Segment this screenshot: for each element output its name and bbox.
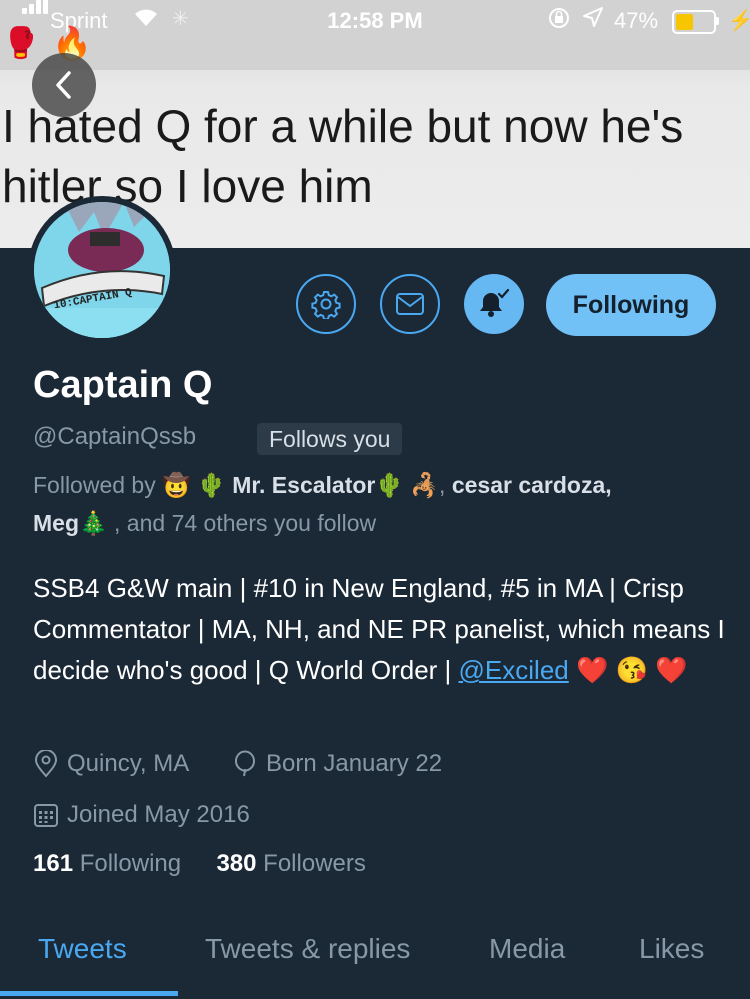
birthday-row: Born January 22 xyxy=(232,750,442,778)
boxing-glove-icon: 🥊 xyxy=(2,27,40,60)
bio-emoji: ❤️ 😘 ❤️ xyxy=(575,655,688,685)
battery-fill xyxy=(676,14,693,30)
location-text: Quincy, MA xyxy=(67,750,190,777)
followed-by-separator: , xyxy=(439,472,446,498)
joined-row: Joined May 2016 xyxy=(33,801,250,829)
battery-icon xyxy=(672,10,716,34)
tab-tweets[interactable]: Tweets xyxy=(38,933,127,965)
followed-by-emoji-3: 🎄 xyxy=(79,510,108,536)
location-row: Quincy, MA xyxy=(33,750,189,778)
tab-media[interactable]: Media xyxy=(489,933,565,965)
location-arrow-icon xyxy=(582,6,604,34)
charging-bolt-icon: ⚡ xyxy=(728,10,750,32)
followers-count-link[interactable]: 380 Followers xyxy=(216,850,365,877)
followers-label: Followers xyxy=(263,850,366,877)
joined-text: Joined May 2016 xyxy=(67,801,250,828)
followed-by-line[interactable]: Followed by 🤠 🌵 Mr. Escalator🌵 🦂, cesar … xyxy=(33,466,723,542)
direct-message-button[interactable] xyxy=(380,274,440,334)
follows-you-badge: Follows you xyxy=(257,423,403,455)
chevron-left-icon xyxy=(56,71,71,99)
notifications-button[interactable] xyxy=(464,274,524,334)
followers-count: 380 xyxy=(216,850,257,877)
followed-by-prefix: Followed by xyxy=(33,472,156,498)
follow-counts: 161 Following 380 Followers xyxy=(33,850,366,878)
tab-tweets-and-replies[interactable]: Tweets & replies xyxy=(205,933,410,965)
battery-tip xyxy=(716,17,719,25)
bell-check-icon xyxy=(480,288,510,317)
tab-likes[interactable]: Likes xyxy=(639,933,704,965)
calendar-icon xyxy=(34,804,58,827)
profile-bio: SSB4 G&W main | #10 in New England, #5 i… xyxy=(33,568,733,691)
following-count-link[interactable]: 161 Following xyxy=(33,850,181,877)
profile-settings-button[interactable] xyxy=(296,274,356,334)
profile-tabs: Tweets Tweets & replies Media Likes xyxy=(0,925,750,999)
followed-by-name-1[interactable]: Mr. Escalator xyxy=(232,472,375,498)
balloon-icon xyxy=(235,750,255,777)
following-label: Following xyxy=(79,850,182,877)
status-bar: Sprint ✳ 12:58 PM 47% ⚡ xyxy=(0,0,750,42)
bio-mention-link[interactable]: @Exciled xyxy=(459,655,569,685)
followed-by-emoji-1: 🤠 🌵 xyxy=(162,472,226,498)
followed-by-suffix: , and 74 others you follow xyxy=(114,510,377,536)
followed-by-name-3[interactable]: Meg xyxy=(33,510,79,536)
back-button[interactable] xyxy=(32,53,96,117)
active-tab-indicator xyxy=(0,991,178,996)
following-button[interactable]: Following xyxy=(546,274,716,336)
location-pin-icon xyxy=(34,750,58,778)
battery-percent: 47% xyxy=(614,8,659,33)
followed-by-emoji-2: 🌵 🦂 xyxy=(375,472,440,498)
profile-avatar[interactable]: 10:CAPTAIN Q xyxy=(28,196,176,344)
profile-handle: @CaptainQssb xyxy=(33,423,197,450)
rotation-lock-icon xyxy=(547,6,571,36)
avatar-image: 10:CAPTAIN Q xyxy=(34,202,170,338)
profile-name: Captain Q xyxy=(33,364,213,406)
gear-icon xyxy=(311,291,341,319)
envelope-icon xyxy=(396,293,424,315)
birthday-text: Born January 22 xyxy=(266,750,443,777)
following-count: 161 xyxy=(33,850,74,877)
followed-by-name-2[interactable]: cesar cardoza, xyxy=(452,472,612,498)
